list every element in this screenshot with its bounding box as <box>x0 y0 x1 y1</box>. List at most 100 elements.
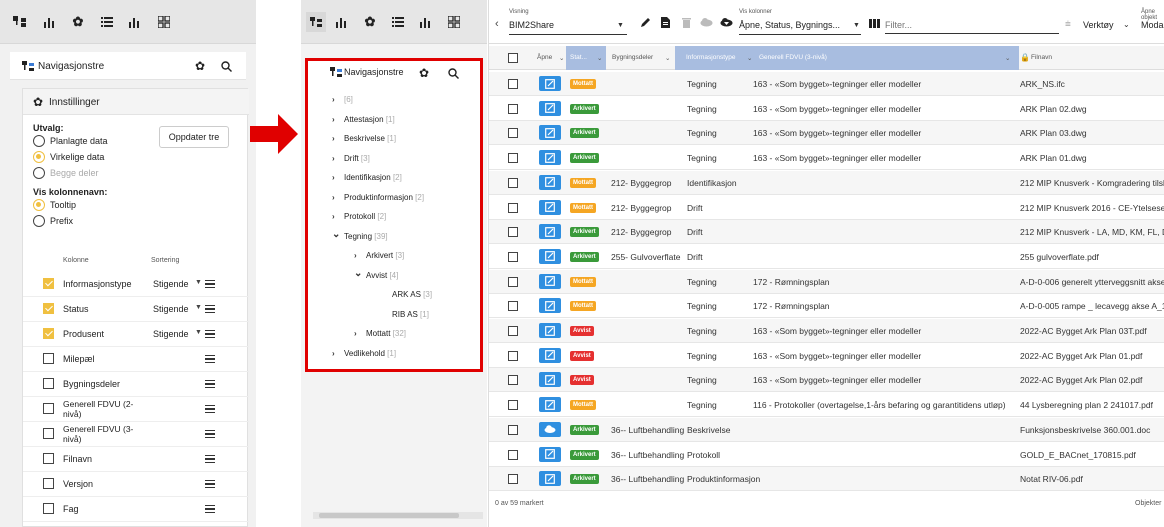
table-row[interactable]: Mottatt 212- Byggegrop Drift 212 MIP Knusve… <box>489 196 1164 220</box>
update-tree-button[interactable]: Oppdater tre <box>159 126 229 148</box>
chevron-right-icon[interactable]: › <box>332 193 335 202</box>
radio-vis-1[interactable] <box>33 215 45 227</box>
chevron-down-icon[interactable]: ⌄ <box>665 54 670 62</box>
row-checkbox[interactable] <box>508 103 518 114</box>
chevron-down-icon[interactable]: ⌄ <box>597 54 602 62</box>
row-checkbox[interactable] <box>508 227 518 238</box>
open-external-icon[interactable] <box>539 125 561 141</box>
horizontal-scrollbar[interactable] <box>313 512 483 519</box>
table-row[interactable]: Avvist Tegning 163 - «Som bygget»-tegninge… <box>489 344 1164 368</box>
tree-node[interactable]: Identifikasjon [2] <box>344 173 402 182</box>
chevron-right-icon[interactable]: › <box>332 349 335 358</box>
open-external-icon[interactable] <box>539 150 561 166</box>
drag-handle-icon[interactable] <box>205 280 215 288</box>
tree-node[interactable]: Beskrivelse [1] <box>344 134 396 143</box>
radio-utvalg-1[interactable] <box>33 151 45 163</box>
column-checkbox[interactable] <box>43 478 54 489</box>
chevron-down-icon[interactable]: ⌄ <box>1123 20 1130 29</box>
open-external-icon[interactable] <box>539 471 561 487</box>
drag-handle-icon[interactable] <box>205 380 215 388</box>
list-icon[interactable] <box>390 14 406 30</box>
column-checkbox[interactable] <box>43 378 54 389</box>
row-checkbox[interactable] <box>508 449 518 460</box>
gear-icon[interactable]: ✿ <box>362 14 378 30</box>
tree-node[interactable]: Protokoll [2] <box>344 212 386 221</box>
open-external-icon[interactable] <box>539 174 561 190</box>
table-row[interactable]: Arkivert 255- Gulvoverflate Drift 255 gulvo… <box>489 245 1164 269</box>
open-external-icon[interactable] <box>539 76 561 91</box>
radio-utvalg-0[interactable] <box>33 135 45 147</box>
tree-node[interactable]: Drift [3] <box>344 154 370 163</box>
column-checkbox[interactable] <box>43 328 54 339</box>
chevron-right-icon[interactable]: › <box>332 173 335 182</box>
column-checkbox[interactable] <box>43 353 54 364</box>
tree-icon[interactable] <box>306 12 326 32</box>
row-checkbox[interactable] <box>508 276 518 287</box>
chevron-right-icon[interactable]: › <box>354 251 357 260</box>
open-external-icon[interactable] <box>539 446 561 462</box>
open-external-icon[interactable] <box>539 199 561 215</box>
row-checkbox[interactable] <box>508 400 518 411</box>
gear-icon[interactable]: ✿ <box>70 14 86 30</box>
verktoy-menu[interactable]: Verktøy <box>1083 20 1114 30</box>
drag-handle-icon[interactable] <box>205 430 215 438</box>
open-external-icon[interactable] <box>539 100 561 116</box>
chevron-down-icon[interactable]: ⌄ <box>354 268 362 279</box>
open-external-icon[interactable] <box>539 372 561 388</box>
grid-icon[interactable] <box>446 14 462 30</box>
tree-node[interactable]: Vedlikehold [1] <box>344 349 396 358</box>
table-row[interactable]: Arkivert 36-- Luftbehandling Beskrivelse Fu… <box>489 417 1164 442</box>
table-row[interactable]: Mottatt Tegning 163 - «Som bygget»-tegning… <box>489 72 1164 96</box>
chevron-down-icon[interactable]: ⌄ <box>1005 54 1010 62</box>
cloud-upload-icon[interactable] <box>700 18 713 29</box>
open-external-icon[interactable] <box>539 224 561 240</box>
filter-input[interactable] <box>885 16 1059 34</box>
chevron-right-icon[interactable]: › <box>354 329 357 338</box>
tree-node[interactable]: Tegning [39] <box>344 232 388 241</box>
row-checkbox[interactable] <box>508 424 518 435</box>
clear-filter-icon[interactable]: ⩧ <box>1065 19 1071 30</box>
row-checkbox[interactable] <box>508 375 518 386</box>
header-fdvu3[interactable]: Generell FDVU (3-nivå) <box>759 54 827 61</box>
bar-chart-icon[interactable] <box>334 14 350 30</box>
row-checkbox[interactable] <box>508 474 518 485</box>
column-checkbox[interactable] <box>43 428 54 439</box>
gear-icon[interactable]: ✿ <box>190 56 210 76</box>
row-checkbox[interactable] <box>508 301 518 312</box>
table-row[interactable]: Mottatt Tegning 172 - Rømningsplan A-D-0-00… <box>489 294 1164 319</box>
search-icon[interactable] <box>443 63 463 83</box>
open-external-icon[interactable] <box>539 273 561 289</box>
gear-icon[interactable]: ✿ <box>414 63 434 83</box>
row-checkbox[interactable] <box>508 177 518 188</box>
table-row[interactable]: Mottatt 212- Byggegrop Identifikasjon 212 M… <box>489 170 1164 195</box>
chevron-down-icon[interactable]: ▼ <box>853 22 860 29</box>
header-status[interactable]: Stat... <box>570 54 587 61</box>
row-checkbox[interactable] <box>508 79 518 89</box>
drag-handle-icon[interactable] <box>205 305 215 313</box>
row-checkbox[interactable] <box>508 153 518 164</box>
column-checkbox[interactable] <box>43 453 54 464</box>
table-row[interactable]: Arkivert 36-- Luftbehandling Produktinform… <box>489 467 1164 492</box>
chevron-down-icon[interactable]: ▼ <box>195 304 202 311</box>
cloud-icon[interactable] <box>539 421 561 437</box>
tree-node[interactable]: ARK AS [3] <box>392 290 432 299</box>
document-icon[interactable] <box>661 17 670 30</box>
open-external-icon[interactable] <box>539 323 561 338</box>
table-row[interactable]: Arkivert 36-- Luftbehandling Protokoll GOLD… <box>489 443 1164 467</box>
tree-node[interactable]: Mottatt [32] <box>366 329 406 338</box>
modalvindu-select[interactable]: Modalvindu <box>1141 20 1164 30</box>
sort-select[interactable]: Stigende <box>153 304 189 314</box>
column-checkbox[interactable] <box>43 403 54 414</box>
header-filnavn[interactable]: Filnavn <box>1031 54 1052 61</box>
drag-handle-icon[interactable] <box>205 405 215 413</box>
column-checkbox[interactable] <box>43 303 54 314</box>
column-checkbox[interactable] <box>43 503 54 514</box>
header-apne[interactable]: Åpne <box>537 54 552 61</box>
tree-node[interactable]: Produktinformasjon [2] <box>344 193 424 202</box>
columns-icon[interactable] <box>869 19 880 30</box>
chevron-right-icon[interactable]: › <box>332 115 335 124</box>
chevron-down-icon[interactable]: ▼ <box>195 329 202 336</box>
table-row[interactable]: Avvist Tegning 163 - «Som bygget»-tegninge… <box>489 368 1164 393</box>
radio-utvalg-2[interactable] <box>33 167 45 179</box>
tree-icon[interactable] <box>12 14 28 30</box>
